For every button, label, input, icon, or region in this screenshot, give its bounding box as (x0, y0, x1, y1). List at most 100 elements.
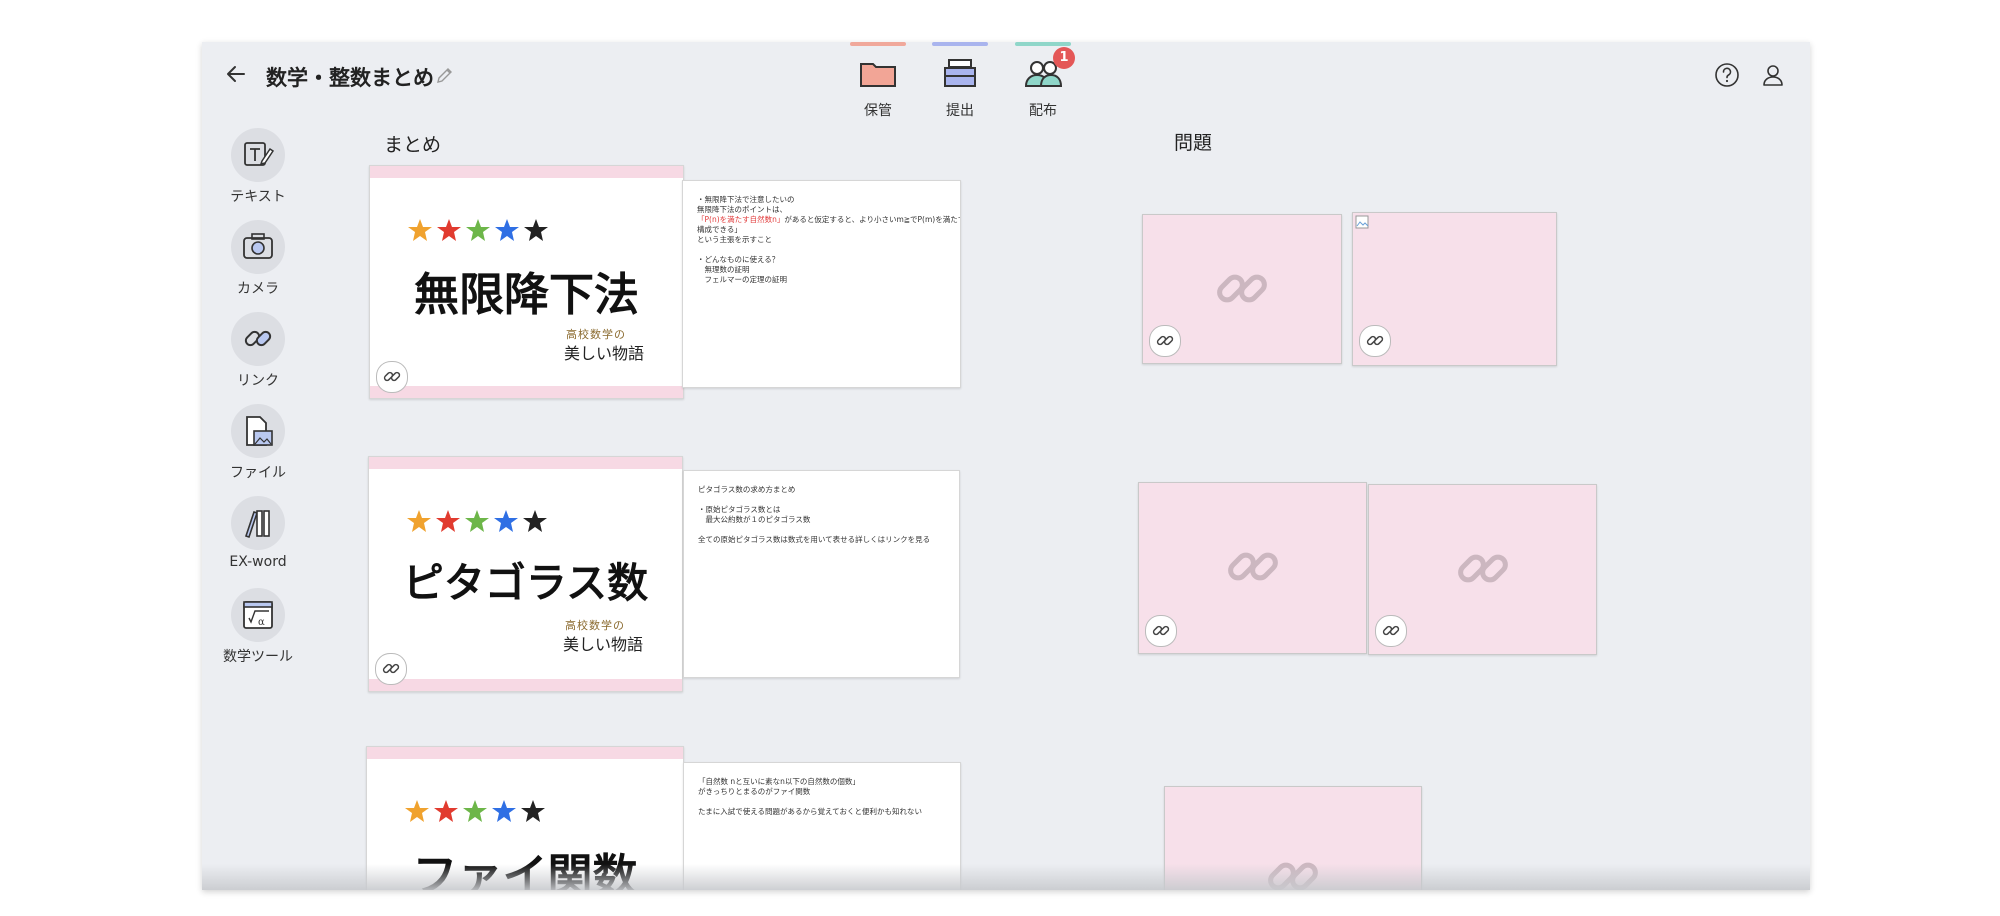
link-watermark-icon (1268, 862, 1318, 890)
note-line: ピタゴラス数の求め方まとめ (698, 485, 796, 494)
card-bottom-bar (369, 679, 682, 691)
ex-word-tool-label: EX-word (229, 554, 287, 570)
math-tool[interactable]: α 数学ツール (222, 588, 294, 666)
card-bottom-bar (370, 386, 683, 398)
problem-link-card[interactable] (1142, 214, 1342, 364)
note-line: 「自然数 nと互いに素なn以下の自然数の個数」 (698, 777, 860, 786)
link-icon (244, 330, 272, 347)
note-line: がきっちりとまるのがファイ関数 (698, 787, 811, 796)
text-icon (244, 142, 275, 166)
page-title: 数学・整数まとめ (266, 66, 434, 90)
svg-text:α: α (258, 617, 265, 628)
camera-icon (243, 233, 273, 259)
camera-tool-circle (231, 220, 285, 274)
store-color-bar (850, 42, 906, 46)
problem-link-card[interactable] (1138, 482, 1367, 654)
note-line: たまに入試で使える問題があるから覚えておくと便利かも知れない (698, 807, 922, 816)
broken-image-icon (1355, 215, 1369, 229)
note-text: ・無限降下法で注意したいの 無限降下法のポイントは、 「P(n)を満たす自然数n… (697, 195, 960, 285)
note-line: フェルマーの定理の証明 (697, 275, 787, 284)
books-icon (244, 510, 270, 539)
link-icon (1366, 335, 1384, 346)
tray-icon (944, 59, 976, 87)
card-subtitle: 美しい物語 (563, 635, 644, 654)
summary-card[interactable]: ファイ関数 (366, 746, 684, 890)
problem-section-label: 問題 (1174, 132, 1213, 154)
back-button[interactable] (220, 58, 252, 90)
link-tool[interactable]: リンク (222, 312, 294, 390)
folder-icon (860, 63, 896, 87)
note-line: 「P(n)を満たす自然数n」があると仮定すると、より小さいm≧でP(m)を満たす… (697, 215, 960, 225)
distribute-button[interactable]: 1 配布 (1013, 42, 1075, 132)
card-title: 無限降下法 (413, 268, 639, 321)
submit-color-bar (932, 42, 988, 46)
camera-tool[interactable]: カメラ (222, 220, 294, 298)
note-line: ・どんなものに使える？ (697, 255, 780, 264)
store-label: 保管 (864, 103, 892, 119)
note-line: 最大公約数が１のピタゴラス数 (698, 515, 811, 524)
note-card[interactable]: ・無限降下法で注意したいの 無限降下法のポイントは、 「P(n)を満たす自然数n… (682, 180, 961, 388)
note-line: ・無限降下法で注意したいの (697, 195, 795, 204)
note-line: ・原始ピタゴラス数とは (698, 505, 781, 514)
note-card[interactable]: ピタゴラス数の求め方まとめ ・原始ピタゴラス数とは 最大公約数が１のピタゴラス数… (683, 470, 960, 678)
file-tool-label: ファイル (230, 465, 286, 481)
help-icon[interactable] (1714, 62, 1740, 88)
link-icon (1156, 335, 1174, 346)
app-window: 数学・整数まとめ 保管 提出 1 配布 テキスト カメラ リンク ファイル EX… (202, 42, 1810, 890)
summary-section-label: まとめ (384, 134, 442, 156)
rating-stars (408, 219, 548, 241)
link-icon (1382, 625, 1400, 636)
camera-tool-label: カメラ (237, 281, 279, 297)
text-tool-circle (231, 128, 285, 182)
link-tool-circle (231, 312, 285, 366)
store-button[interactable]: 保管 (848, 42, 908, 132)
link-watermark-icon (1228, 552, 1278, 581)
user-icon[interactable] (1760, 62, 1786, 88)
note-highlight: 「P(n)を満たす自然数n」 (697, 215, 785, 224)
link-watermark-icon (1217, 274, 1267, 303)
link-tool-label: リンク (237, 373, 279, 389)
ex-word-tool[interactable]: EX-word (222, 496, 294, 570)
note-line-rest: があると仮定すると、より小さいm≧でP(m)を満たすものが (784, 215, 960, 224)
link-icon (1152, 625, 1170, 636)
arrow-left-icon (227, 66, 245, 82)
link-icon (382, 663, 400, 674)
link-watermark-icon (1458, 554, 1508, 583)
link-badge[interactable] (375, 653, 407, 685)
file-tool-circle (231, 404, 285, 458)
link-badge[interactable] (1359, 325, 1391, 357)
problem-link-card[interactable] (1164, 786, 1422, 890)
link-badge[interactable] (376, 361, 408, 393)
note-line (698, 495, 930, 505)
note-text: ピタゴラス数の求め方まとめ ・原始ピタゴラス数とは 最大公約数が１のピタゴラス数… (698, 485, 930, 545)
link-icon (383, 371, 401, 382)
note-line: 構成できる」 (697, 225, 742, 234)
link-badge[interactable] (1149, 325, 1181, 357)
rating-stars (405, 800, 545, 822)
rating-stars (407, 510, 547, 532)
math-tool-icon: α (243, 601, 273, 629)
text-tool[interactable]: テキスト (222, 128, 294, 206)
card-top-bar (370, 166, 683, 178)
ex-word-tool-circle (231, 496, 285, 550)
link-badge[interactable] (1375, 615, 1407, 647)
note-card[interactable]: 「自然数 nと互いに素なn以下の自然数の個数」 がきっちりとまるのがファイ関数 … (683, 762, 961, 890)
summary-card[interactable]: 無限降下法 高校数学の 美しい物語 (369, 165, 684, 399)
note-line: 無理数の証明 (697, 265, 750, 274)
note-line (697, 245, 960, 255)
problem-link-card[interactable] (1352, 212, 1557, 366)
card-top-bar (367, 747, 683, 759)
pencil-icon[interactable] (434, 64, 456, 86)
distribute-label: 配布 (1029, 103, 1057, 119)
submit-button[interactable]: 提出 (930, 42, 990, 132)
math-tool-circle: α (231, 588, 285, 642)
file-icon (246, 416, 273, 446)
note-text: 「自然数 nと互いに素なn以下の自然数の個数」 がきっちりとまるのがファイ関数 … (698, 777, 922, 817)
summary-card[interactable]: ピタゴラス数 高校数学の 美しい物語 (368, 456, 683, 692)
problem-link-card[interactable] (1368, 484, 1597, 655)
card-subtitle: 美しい物語 (564, 344, 645, 363)
link-badge[interactable] (1145, 615, 1177, 647)
file-tool[interactable]: ファイル (222, 404, 294, 482)
submit-label: 提出 (946, 103, 974, 119)
text-tool-label: テキスト (230, 189, 286, 205)
